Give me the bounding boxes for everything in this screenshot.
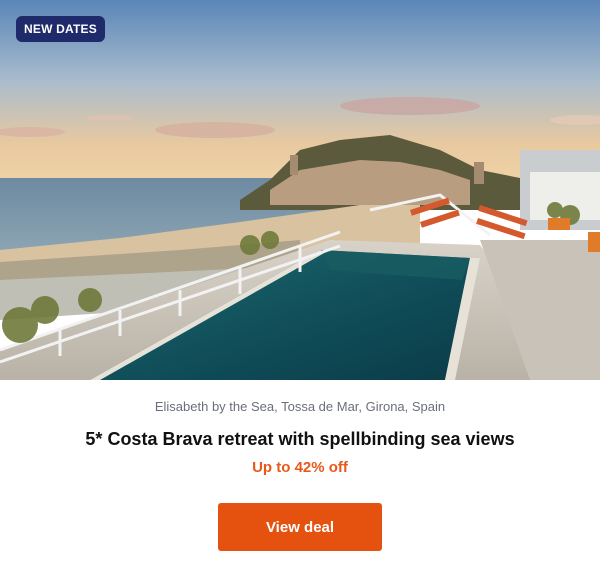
offer-title[interactable]: 5* Costa Brava retreat with spellbinding… bbox=[0, 429, 600, 450]
hotel-pool-sea-view-image bbox=[0, 0, 600, 380]
hotel-location: Elisabeth by the Sea, Tossa de Mar, Giro… bbox=[154, 399, 446, 414]
hero-photo[interactable]: NEW DATES bbox=[0, 0, 600, 380]
view-deal-button[interactable]: View deal bbox=[218, 503, 382, 551]
discount-text: Up to 42% off bbox=[252, 459, 348, 476]
deal-card[interactable]: NEW DATES Elisabeth by the Sea, Tossa de… bbox=[0, 0, 600, 575]
new-dates-badge: NEW DATES bbox=[16, 16, 105, 42]
